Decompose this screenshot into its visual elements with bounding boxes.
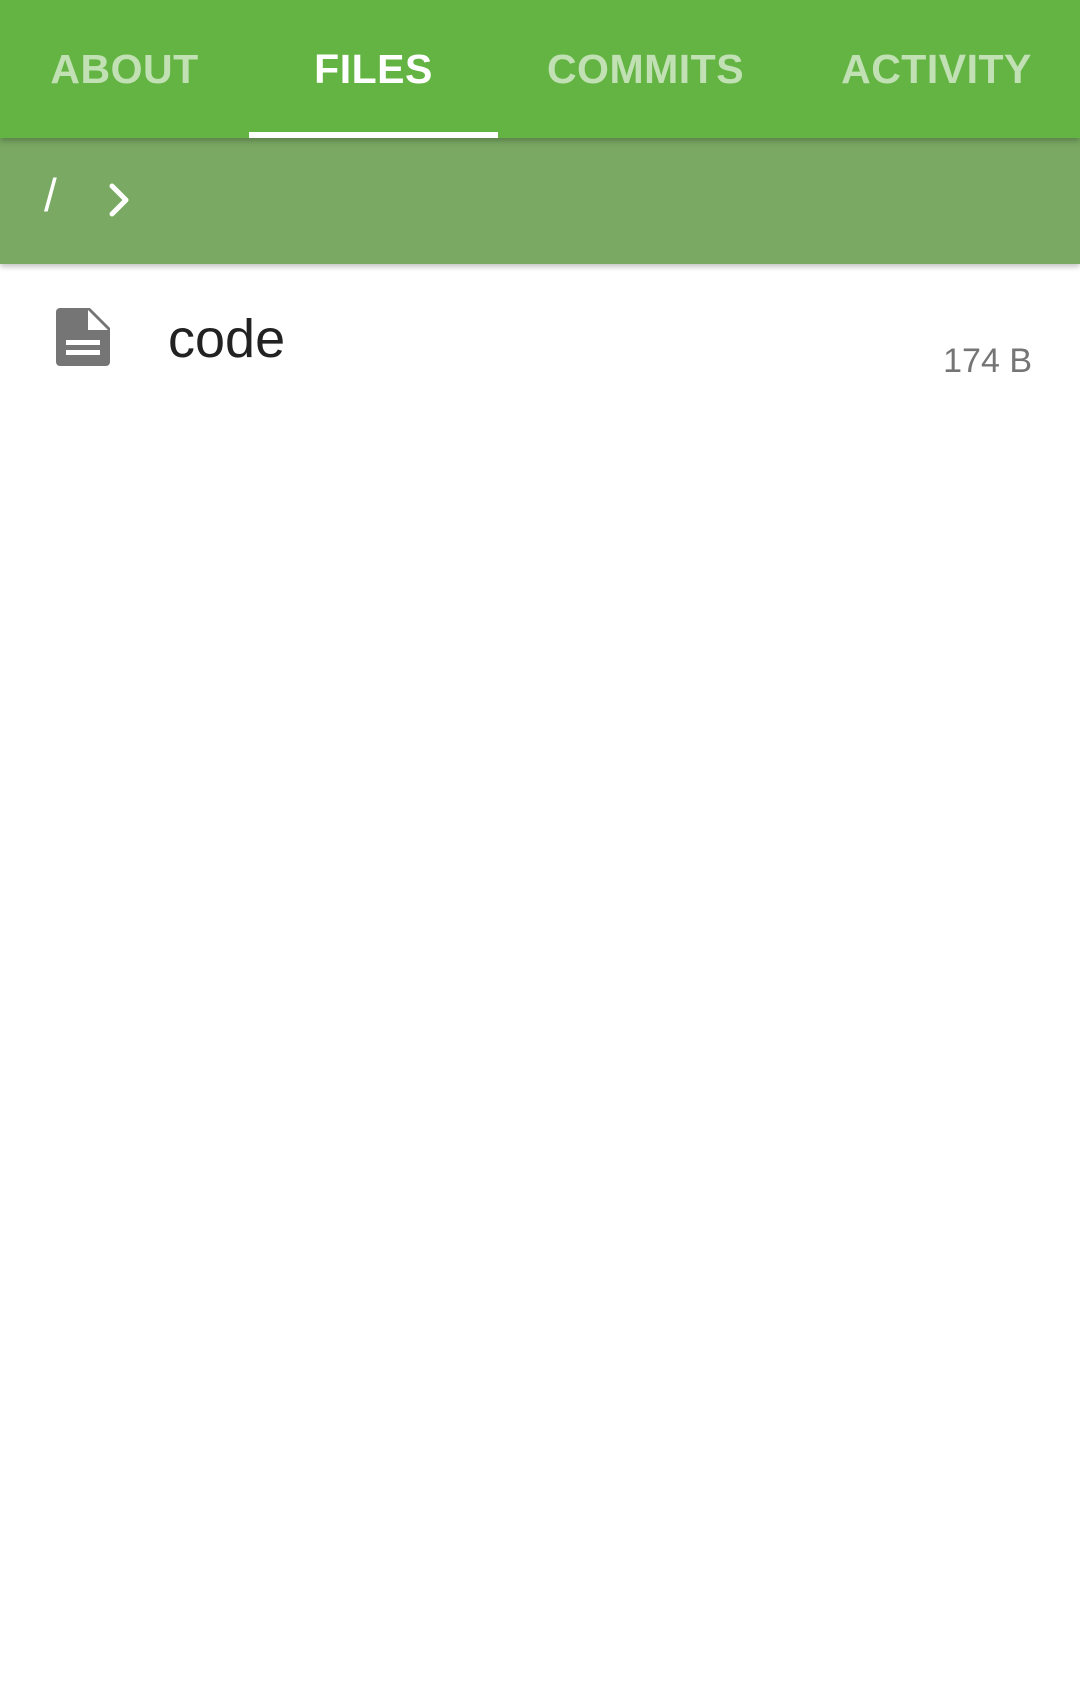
file-name: code bbox=[168, 309, 286, 369]
file-size: 174 B bbox=[943, 342, 1032, 380]
tab-bar: ABOUT FILES COMMITS ACTIVITY bbox=[0, 0, 1080, 138]
file-document-icon bbox=[56, 308, 110, 366]
tab-commits[interactable]: COMMITS bbox=[498, 0, 793, 138]
chevron-right-icon bbox=[109, 183, 129, 217]
file-row[interactable]: code 174 B bbox=[0, 264, 1080, 414]
tab-activity-label: ACTIVITY bbox=[841, 45, 1032, 92]
tab-about[interactable]: ABOUT bbox=[0, 0, 249, 138]
tab-about-label: ABOUT bbox=[50, 45, 199, 92]
tab-files[interactable]: FILES bbox=[249, 0, 498, 138]
tab-files-label: FILES bbox=[314, 45, 433, 92]
path-root-crumb[interactable]: / bbox=[44, 168, 57, 222]
active-tab-indicator bbox=[249, 132, 498, 138]
file-list: code 174 B bbox=[0, 264, 1080, 414]
tab-commits-label: COMMITS bbox=[546, 45, 745, 92]
path-bar: / bbox=[0, 138, 1080, 264]
tab-activity[interactable]: ACTIVITY bbox=[793, 0, 1080, 138]
